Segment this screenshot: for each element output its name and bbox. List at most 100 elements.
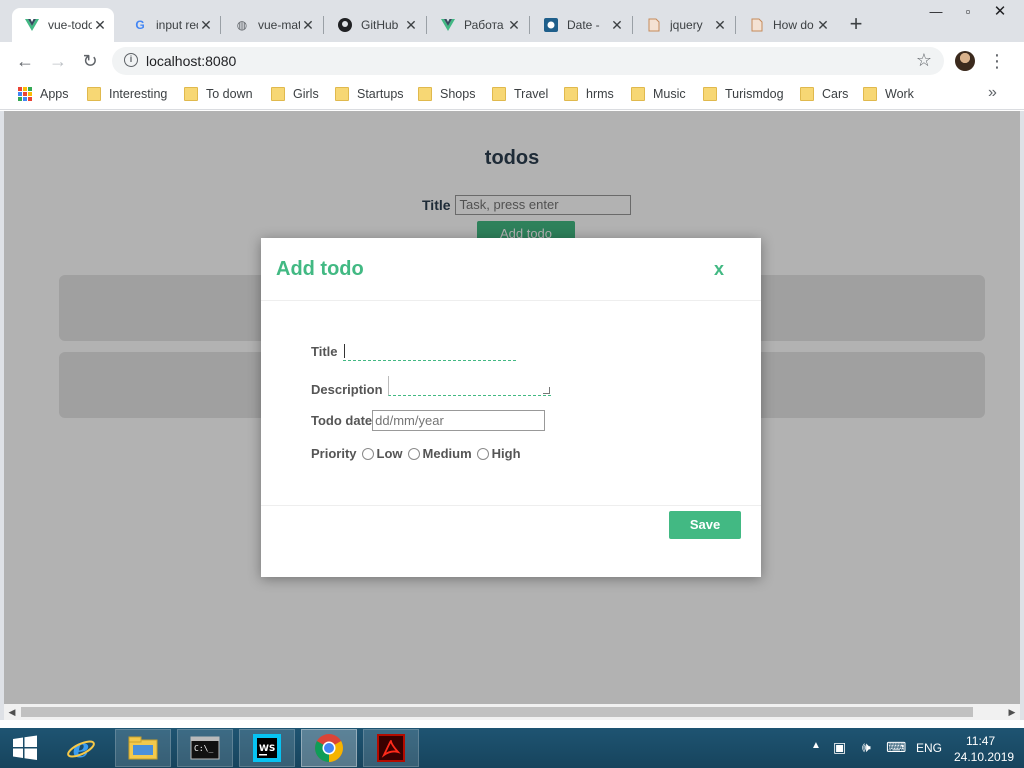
folder-icon	[703, 87, 717, 101]
bookmark-interesting[interactable]: Interesting	[87, 87, 167, 101]
priority-low-label[interactable]: Low	[377, 446, 403, 461]
description-field-label: Description	[311, 382, 383, 397]
window-frame	[1020, 111, 1024, 720]
close-icon[interactable]: ✕	[506, 17, 522, 34]
modal-title: Add todo	[276, 258, 364, 280]
tab-separator	[632, 16, 633, 34]
language-indicator[interactable]: ENG	[916, 741, 942, 755]
close-icon[interactable]: ✕	[92, 17, 108, 34]
bookmark-music[interactable]: Music	[631, 87, 686, 101]
info-icon[interactable]: i	[124, 53, 138, 67]
priority-medium-label[interactable]: Medium	[423, 446, 472, 461]
chrome-icon[interactable]	[301, 729, 357, 767]
priority-field-label: Priority	[311, 446, 357, 461]
horizontal-scrollbar[interactable]: ◀ ▶	[4, 704, 1020, 720]
modal-close-button[interactable]: x	[714, 259, 724, 280]
folder-icon	[800, 87, 814, 101]
bookmark-apps[interactable]: Apps	[18, 87, 69, 101]
title-input[interactable]	[342, 341, 516, 361]
address-bar[interactable]: i localhost:8080 ☆	[112, 47, 944, 75]
acrobat-icon[interactable]	[363, 729, 419, 767]
scroll-left-arrow-icon[interactable]: ◀	[6, 706, 18, 718]
taskbar: e C:\_ WS ▲ ▣ 🕪 ⌨ ENG 11:47 24.10.2019	[0, 728, 1024, 768]
bookmark-work[interactable]: Work	[863, 87, 914, 101]
close-icon[interactable]: ✕	[403, 17, 419, 34]
bookmark-turismdog[interactable]: Turismdog	[703, 87, 784, 101]
tab-vue-material[interactable]: ◍ vue-material ✕	[222, 8, 322, 42]
priority-field-row: Priority Low Medium High	[311, 446, 521, 461]
tab-date[interactable]: Date - ✕	[531, 8, 631, 42]
bookmark-startups[interactable]: Startups	[335, 87, 404, 101]
clock-time[interactable]: 11:47	[966, 734, 995, 748]
priority-low-radio[interactable]	[361, 447, 374, 460]
command-prompt-icon[interactable]: C:\_	[177, 729, 233, 767]
bookmark-star-icon[interactable]: ☆	[916, 50, 932, 71]
tab-how-do[interactable]: How do ✕	[737, 8, 837, 42]
priority-medium-radio[interactable]	[407, 447, 420, 460]
internet-explorer-icon[interactable]: e	[53, 729, 109, 767]
folder-icon	[271, 87, 285, 101]
save-button[interactable]: Save	[669, 511, 741, 539]
window-close-button[interactable]: ✕	[984, 0, 1016, 26]
bookmark-hrms[interactable]: hrms	[564, 87, 614, 101]
volume-icon[interactable]: 🕪	[862, 739, 871, 756]
close-icon[interactable]: ✕	[609, 17, 625, 34]
close-icon[interactable]: ✕	[300, 17, 316, 34]
scroll-right-arrow-icon[interactable]: ▶	[1006, 706, 1018, 718]
menu-dots-icon[interactable]: ⋮	[988, 50, 1006, 72]
folder-icon	[184, 87, 198, 101]
mdn-icon	[543, 17, 559, 33]
bookmark-label: Apps	[40, 87, 69, 101]
tab-separator	[220, 16, 221, 34]
tab-github[interactable]: GitHub ✕	[325, 8, 425, 42]
bookmark-girls[interactable]: Girls	[271, 87, 319, 101]
bookmarks-overflow-icon[interactable]: »	[988, 84, 997, 102]
modal-header: Add todo x	[261, 238, 761, 301]
bookmark-cars[interactable]: Cars	[800, 87, 848, 101]
new-tab-button[interactable]: +	[846, 13, 866, 35]
tray-expand-icon[interactable]: ▲	[811, 740, 821, 751]
description-textarea[interactable]	[387, 375, 551, 396]
add-todo-modal: Add todo x Title Description Todo date d…	[261, 238, 761, 577]
tab-input-required[interactable]: G input required ✕	[120, 8, 220, 42]
clock-date[interactable]: 24.10.2019	[954, 750, 1014, 764]
tab-title: How do	[773, 18, 814, 32]
scrollbar-thumb[interactable]	[21, 707, 973, 717]
close-icon[interactable]: ✕	[815, 17, 831, 34]
priority-high-label[interactable]: High	[492, 446, 521, 461]
tab-title: GitHub	[361, 18, 399, 32]
tab-title: input required	[156, 18, 198, 32]
keyboard-icon[interactable]: ⌨	[886, 739, 906, 756]
tab-separator	[529, 16, 530, 34]
tab-jquery[interactable]: jquery ✕	[634, 8, 734, 42]
start-button[interactable]	[0, 729, 50, 767]
bookmark-label: To down	[206, 87, 253, 101]
bookmark-to-down[interactable]: To down	[184, 87, 253, 101]
forward-arrow-icon[interactable]: →	[47, 50, 69, 72]
apps-grid-icon	[18, 87, 32, 101]
back-arrow-icon[interactable]: ←	[14, 50, 36, 72]
close-icon[interactable]: ✕	[712, 17, 728, 34]
folder-icon	[631, 87, 645, 101]
tab-vue-todo[interactable]: vue-todo ✕	[12, 8, 114, 42]
github-icon	[337, 17, 353, 33]
file-explorer-icon[interactable]	[115, 729, 171, 767]
webstorm-icon[interactable]: WS	[239, 729, 295, 767]
folder-icon	[492, 87, 506, 101]
bookmark-shops[interactable]: Shops	[418, 87, 475, 101]
network-device-icon[interactable]: ▣	[833, 739, 846, 756]
close-icon[interactable]: ✕	[198, 17, 214, 34]
minimize-button[interactable]: —	[920, 0, 952, 26]
reload-icon[interactable]: ↻	[79, 50, 101, 72]
tab-separator	[735, 16, 736, 34]
bookmark-travel[interactable]: Travel	[492, 87, 548, 101]
tab-rabota[interactable]: Работа ✕	[428, 8, 528, 42]
date-input[interactable]: dd/mm/year	[372, 410, 546, 431]
folder-icon	[87, 87, 101, 101]
vue-icon	[440, 17, 456, 33]
profile-avatar[interactable]	[955, 51, 975, 71]
url-text[interactable]: localhost:8080	[146, 53, 236, 69]
bookmark-label: Shops	[440, 87, 476, 101]
maximize-button[interactable]: ▫	[952, 0, 984, 26]
priority-high-radio[interactable]	[476, 447, 489, 460]
